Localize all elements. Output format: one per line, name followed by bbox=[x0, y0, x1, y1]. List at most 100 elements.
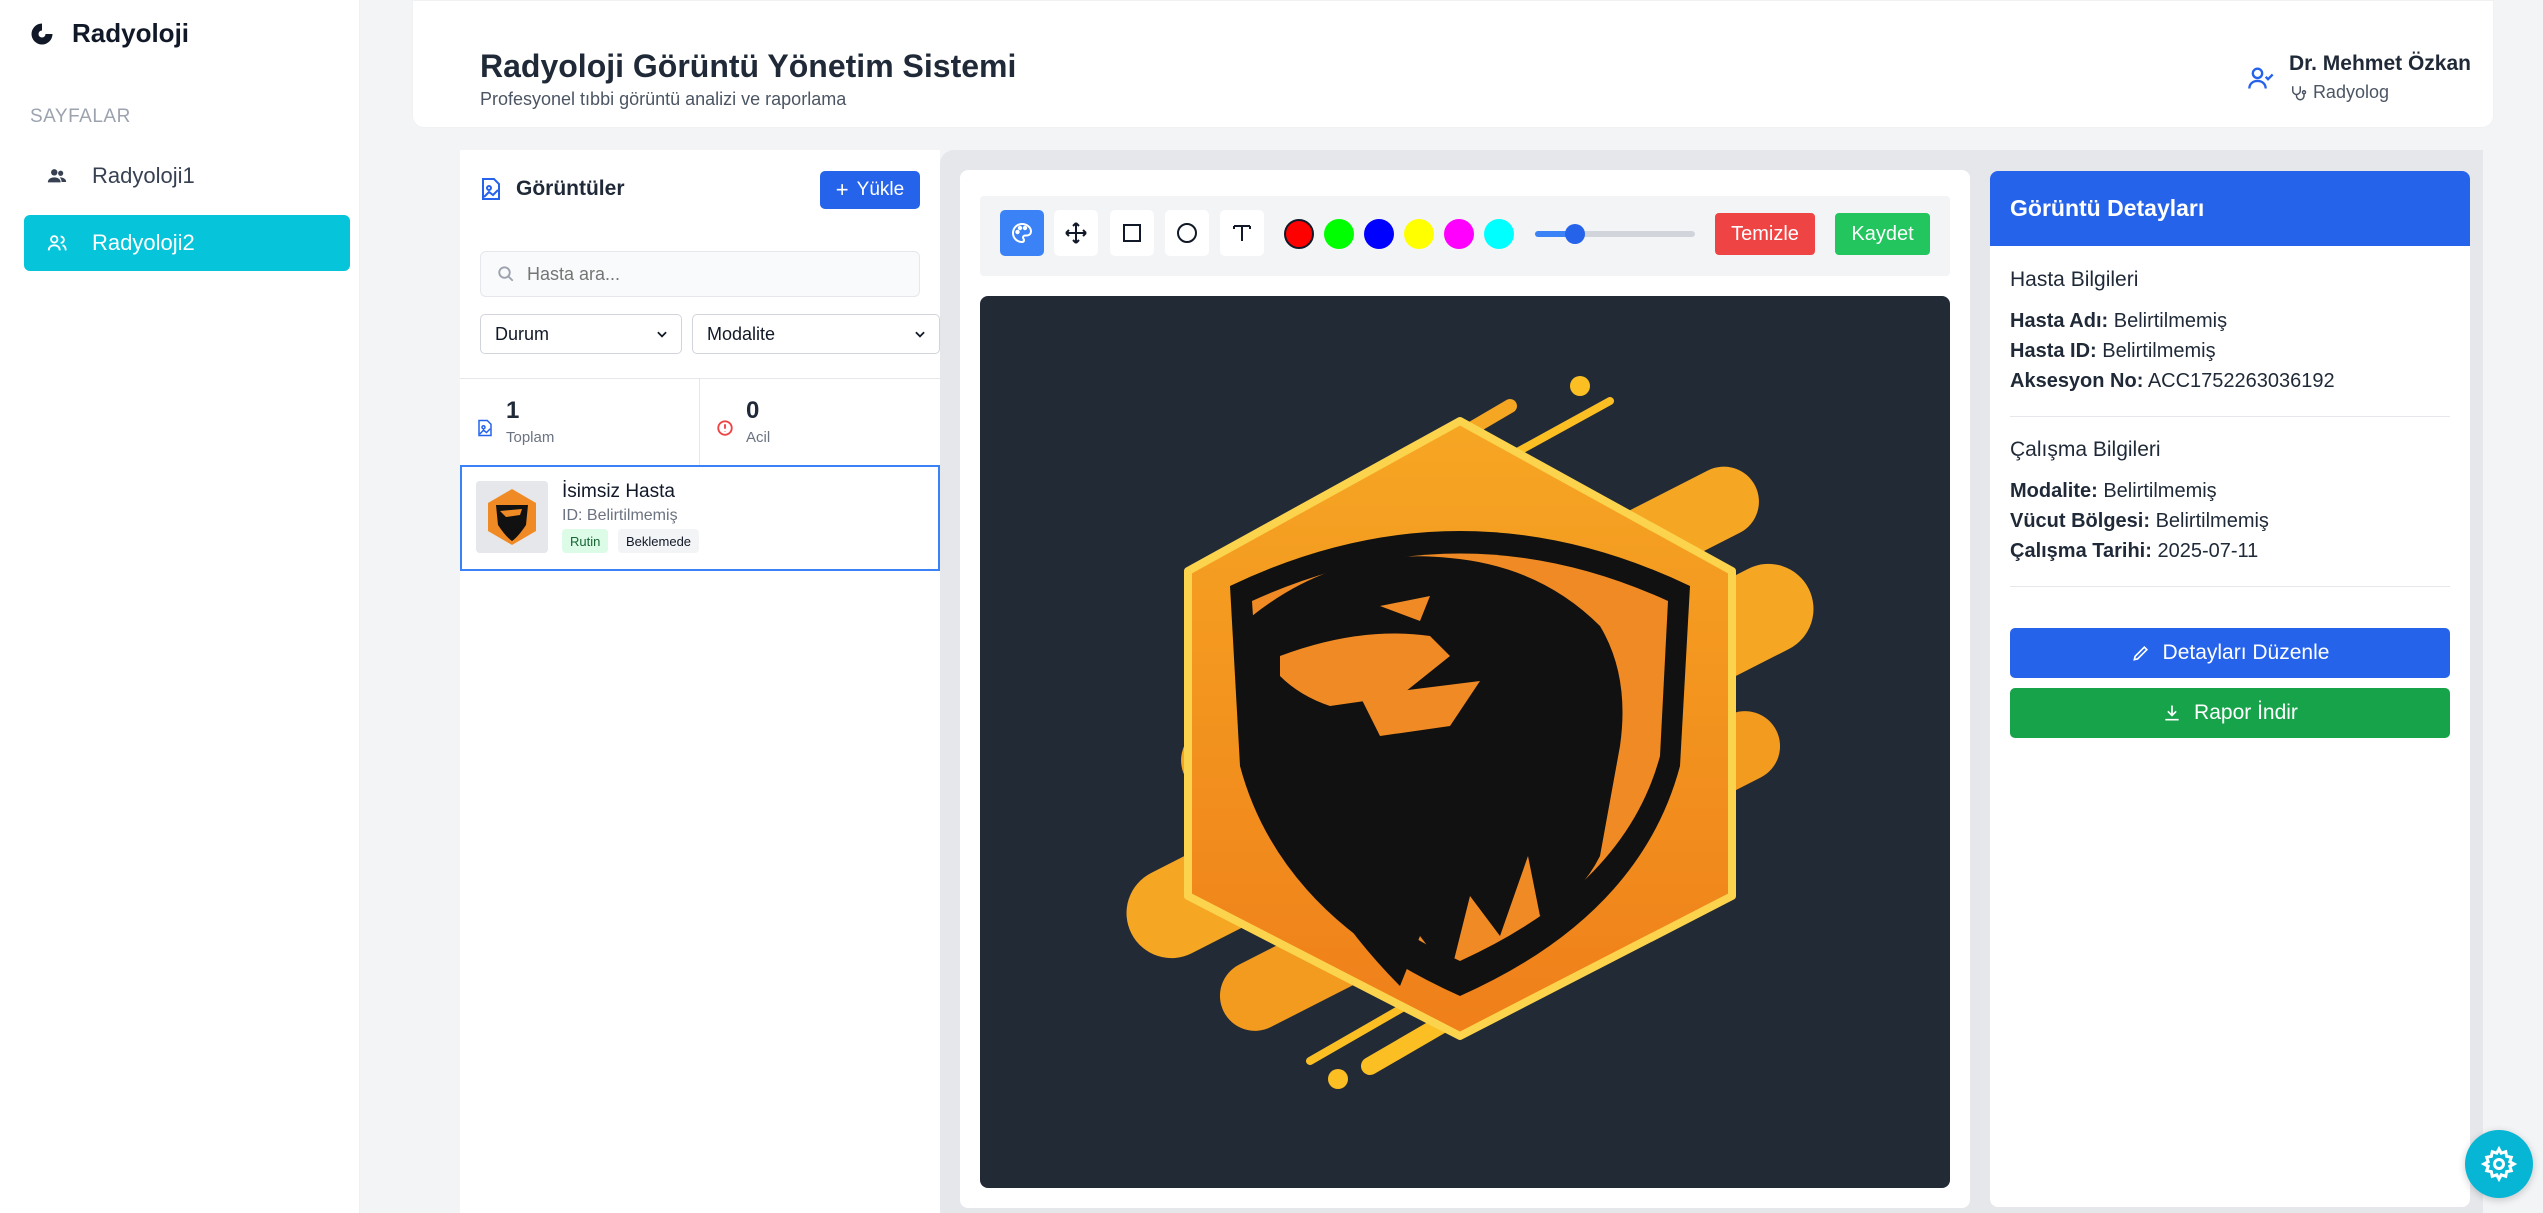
stethoscope-icon bbox=[2291, 85, 2307, 100]
image-file-icon bbox=[482, 178, 500, 200]
user-profile[interactable]: Dr. Mehmet Özkan Radyolog bbox=[2247, 52, 2471, 103]
alert-circle-icon bbox=[717, 420, 733, 436]
move-tool-button[interactable] bbox=[1054, 210, 1098, 256]
brand[interactable]: Radyoloji bbox=[28, 18, 189, 49]
download-icon bbox=[2165, 705, 2179, 721]
user-name: Dr. Mehmet Özkan bbox=[2288, 52, 2471, 75]
dragon-logo-thumbnail bbox=[476, 481, 548, 553]
details-title: Görüntü Detayları bbox=[1990, 171, 2470, 246]
patient-id-label: Hasta ID: bbox=[2010, 340, 2097, 362]
brush-size-handle[interactable] bbox=[1565, 224, 1585, 244]
study-info-title: Çalışma Bilgileri bbox=[2010, 438, 2161, 461]
chevron-down-icon bbox=[657, 331, 667, 338]
clear-button[interactable]: Temizle bbox=[1715, 213, 1815, 255]
user-role: Radyolog bbox=[2289, 82, 2471, 103]
list-item[interactable]: İsimsiz Hasta ID: Belirtilmemiş Rutin Be… bbox=[460, 465, 940, 571]
palette-icon bbox=[1012, 222, 1033, 244]
edit-details-label: Detayları Düzenle bbox=[2162, 641, 2330, 664]
stat-urgent-label: Acil bbox=[746, 429, 771, 446]
color-swatch-magenta[interactable] bbox=[1444, 219, 1474, 249]
body-region-label: Vücut Bölgesi: bbox=[2010, 510, 2151, 532]
rectangle-icon bbox=[1123, 224, 1141, 242]
patient-name-value: Belirtilmemiş bbox=[2113, 310, 2228, 332]
user-role-label: Radyolog bbox=[2312, 82, 2389, 102]
modality-filter-select[interactable]: Modalite bbox=[692, 314, 940, 354]
images-panel: Görüntüler + Yükle Durum Modalite 1 Topl… bbox=[460, 150, 940, 1213]
sidebar-item-label: Radyoloji2 bbox=[92, 230, 195, 255]
status-filter-value: Durum bbox=[495, 323, 550, 344]
search-input[interactable] bbox=[527, 263, 907, 285]
accession-value: ACC1752263036192 bbox=[2147, 370, 2335, 392]
sidebar: Radyoloji SAYFALAR Radyoloji1 Radyoloji2 bbox=[0, 0, 360, 1213]
stat-total-label: Toplam bbox=[506, 429, 555, 446]
accession-row: Aksesyon No: ACC1752263036192 bbox=[2010, 370, 2450, 393]
gear-icon bbox=[2481, 1146, 2517, 1182]
sidebar-section-label: SAYFALAR bbox=[30, 106, 131, 127]
brand-logo-icon bbox=[31, 23, 53, 44]
images-panel-title-text: Görüntüler bbox=[516, 177, 625, 200]
edit-details-button[interactable]: Detayları Düzenle bbox=[2010, 628, 2450, 678]
patient-name: İsimsiz Hasta bbox=[562, 481, 675, 502]
modality-filter-value: Modalite bbox=[707, 323, 776, 344]
study-date-row: Çalışma Tarihi: 2025-07-11 bbox=[2010, 540, 2450, 563]
text-icon bbox=[1233, 225, 1251, 241]
user-group-icon bbox=[47, 235, 67, 251]
text-tool-button[interactable] bbox=[1220, 210, 1264, 256]
rectangle-tool-button[interactable] bbox=[1110, 210, 1154, 256]
upload-button-label: Yükle bbox=[856, 179, 905, 200]
sidebar-item-radyoloji2[interactable]: Radyoloji2 bbox=[24, 215, 350, 271]
patient-thumbnail bbox=[476, 481, 548, 553]
priority-badge: Rutin bbox=[562, 529, 609, 553]
plus-icon: + bbox=[835, 177, 849, 202]
patient-name-label: Hasta Adı: bbox=[2010, 310, 2109, 332]
page-subtitle: Profesyonel tıbbi görüntü analizi ve rap… bbox=[480, 89, 847, 109]
patient-info-title: Hasta Bilgileri bbox=[2010, 268, 2139, 291]
settings-button[interactable] bbox=[2465, 1130, 2533, 1198]
image-file-icon bbox=[478, 419, 492, 437]
modality-value: Belirtilmemiş bbox=[2103, 480, 2217, 502]
page-title: Radyoloji Görüntü Yönetim Sistemi bbox=[480, 48, 1017, 84]
move-icon bbox=[1065, 222, 1087, 244]
stat-total-value: 1 bbox=[506, 397, 520, 424]
study-info-section: Çalışma Bilgileri Modalite: Belirtilmemi… bbox=[2010, 438, 2450, 570]
circle-tool-button[interactable] bbox=[1165, 210, 1209, 256]
accession-label: Aksesyon No: bbox=[2010, 370, 2144, 392]
color-swatch-cyan[interactable] bbox=[1484, 219, 1514, 249]
color-swatch-green[interactable] bbox=[1324, 219, 1354, 249]
patient-info-section: Hasta Bilgileri Hasta Adı: Belirtilmemiş… bbox=[2010, 268, 2450, 400]
color-swatch-red[interactable] bbox=[1284, 219, 1314, 249]
sidebar-item-radyoloji1[interactable]: Radyoloji1 bbox=[24, 148, 350, 204]
divider bbox=[2010, 586, 2450, 587]
status-badge: Beklemede bbox=[618, 529, 700, 553]
sidebar-item-label: Radyoloji1 bbox=[92, 163, 195, 188]
brand-name: Radyoloji bbox=[72, 18, 190, 48]
chevron-down-icon bbox=[915, 331, 925, 338]
download-report-button[interactable]: Rapor İndir bbox=[2010, 688, 2450, 738]
modality-label: Modalite: bbox=[2010, 480, 2098, 502]
patient-id-row: Hasta ID: Belirtilmemiş bbox=[2010, 340, 2450, 363]
user-check-icon bbox=[2248, 67, 2274, 89]
stat-urgent: 0 Acil bbox=[700, 379, 940, 465]
modality-row: Modalite: Belirtilmemiş bbox=[2010, 480, 2450, 503]
patient-id: ID: Belirtilmemiş bbox=[562, 507, 678, 524]
save-button[interactable]: Kaydet bbox=[1835, 213, 1930, 255]
palette-tool-button[interactable] bbox=[1000, 210, 1044, 256]
stat-total: 1 Toplam bbox=[460, 379, 700, 465]
stats-bar: 1 Toplam 0 Acil bbox=[460, 378, 940, 466]
download-report-label: Rapor İndir bbox=[2194, 701, 2298, 724]
image-canvas[interactable] bbox=[980, 296, 1950, 1188]
pencil-icon bbox=[2132, 645, 2148, 661]
patient-search[interactable] bbox=[480, 251, 920, 297]
status-filter-select[interactable]: Durum bbox=[480, 314, 682, 354]
patient-name-row: Hasta Adı: Belirtilmemiş bbox=[2010, 310, 2450, 333]
color-swatch-yellow[interactable] bbox=[1404, 219, 1434, 249]
image-details-panel: Görüntü Detayları Hasta Bilgileri Hasta … bbox=[1990, 171, 2470, 1207]
circle-icon bbox=[1177, 223, 1197, 243]
divider bbox=[2010, 416, 2450, 417]
color-swatch-blue[interactable] bbox=[1364, 219, 1394, 249]
body-region-value: Belirtilmemiş bbox=[2155, 510, 2269, 532]
stat-urgent-value: 0 bbox=[746, 397, 760, 424]
upload-button[interactable]: + Yükle bbox=[820, 171, 920, 209]
search-icon bbox=[498, 266, 514, 282]
users-icon bbox=[47, 169, 67, 183]
